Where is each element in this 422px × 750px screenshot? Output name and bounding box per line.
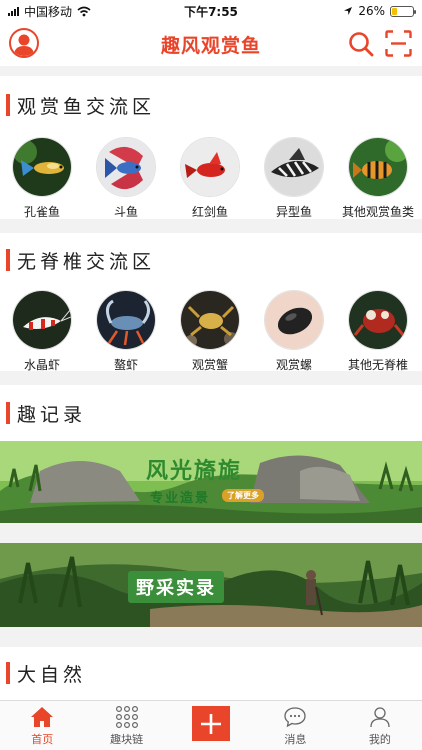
category-label: 孔雀鱼 bbox=[23, 205, 60, 219]
banner-field-collecting[interactable]: 野采实录 bbox=[0, 543, 422, 627]
category-other-invertebrates[interactable]: 其他无脊椎 bbox=[336, 290, 420, 373]
category-swordtail[interactable]: 红剑鱼 bbox=[168, 137, 252, 220]
status-right: 26% bbox=[343, 4, 416, 18]
add-button[interactable] bbox=[192, 706, 231, 741]
category-label: 其他观赏鱼类 bbox=[341, 205, 414, 219]
chat-bubble-icon bbox=[284, 707, 307, 728]
tab-label: 我的 bbox=[368, 733, 391, 746]
battery-percent: 26% bbox=[358, 4, 385, 18]
category-label: 斗鱼 bbox=[113, 205, 138, 219]
category-label: 红剑鱼 bbox=[191, 205, 228, 219]
home-icon bbox=[31, 707, 54, 727]
battery-fill bbox=[392, 7, 398, 15]
avatar-button[interactable] bbox=[9, 28, 39, 58]
tab-bar: 首页 趣块链 消息 我的 bbox=[0, 700, 422, 750]
category-snail[interactable]: 观赏螺 bbox=[252, 290, 336, 373]
signal-icon bbox=[8, 6, 19, 16]
banner-subcaption: 专业造景 bbox=[150, 491, 211, 506]
category-guppy[interactable]: 孔雀鱼 bbox=[0, 137, 84, 220]
category-pleco[interactable]: 异型鱼 bbox=[252, 137, 336, 220]
betta-thumbnail bbox=[96, 137, 156, 197]
category-betta[interactable]: 斗鱼 bbox=[84, 137, 168, 220]
tab-add[interactable] bbox=[169, 701, 253, 750]
person-icon bbox=[370, 707, 390, 728]
snail-thumbnail bbox=[264, 290, 324, 350]
banner-caption: 野采实录 bbox=[128, 571, 224, 603]
app-header: 趣风观赏鱼 bbox=[0, 22, 422, 66]
category-label: 异型鱼 bbox=[275, 205, 312, 219]
category-crayfish[interactable]: 螯虾 bbox=[84, 290, 168, 373]
scan-icon[interactable] bbox=[385, 30, 412, 57]
status-bar: 中国移动 下午7:55 26% bbox=[0, 0, 422, 22]
section-title-text: 无脊椎交流区 bbox=[17, 250, 156, 273]
banner-caption: 风光旖旎 bbox=[146, 459, 243, 484]
section-title-text: 趣记录 bbox=[17, 403, 87, 426]
section-title-nature: 大自然 bbox=[0, 659, 422, 687]
tab-blockchain[interactable]: 趣块链 bbox=[84, 701, 168, 750]
divider bbox=[0, 523, 422, 543]
wifi-icon bbox=[77, 6, 91, 16]
category-crystal-shrimp[interactable]: 水晶虾 bbox=[0, 290, 84, 373]
tab-label: 趣块链 bbox=[110, 733, 144, 746]
other-fish-thumbnail bbox=[348, 137, 408, 197]
section-title-text: 大自然 bbox=[17, 663, 87, 686]
crystal-shrimp-thumbnail bbox=[12, 290, 72, 350]
tab-profile[interactable]: 我的 bbox=[338, 701, 422, 750]
plus-icon bbox=[201, 713, 222, 734]
battery-icon bbox=[390, 5, 416, 17]
app-title: 趣风观赏鱼 bbox=[160, 34, 261, 57]
crab-thumbnail bbox=[180, 290, 240, 350]
divider bbox=[0, 66, 422, 76]
status-left: 中国移动 bbox=[8, 3, 91, 20]
crayfish-thumbnail bbox=[96, 290, 156, 350]
divider bbox=[0, 219, 422, 233]
carrier-label: 中国移动 bbox=[24, 4, 73, 19]
user-avatar-icon bbox=[14, 34, 34, 56]
other-invertebrates-thumbnail bbox=[348, 290, 408, 350]
tab-messages[interactable]: 消息 bbox=[253, 701, 337, 750]
category-other-fish[interactable]: 其他观赏鱼类 bbox=[336, 137, 420, 220]
location-arrow-icon bbox=[344, 7, 353, 15]
grid-dots-icon bbox=[115, 706, 138, 728]
tab-label: 首页 bbox=[31, 733, 54, 746]
banner-aquascape[interactable]: 风光旖旎 专业造景 了解更多 bbox=[0, 441, 422, 523]
swordtail-thumbnail bbox=[180, 137, 240, 197]
tab-home[interactable]: 首页 bbox=[0, 701, 84, 750]
section-title-records: 趣记录 bbox=[0, 399, 422, 427]
guppy-thumbnail bbox=[12, 137, 72, 197]
section-title-text: 观赏鱼交流区 bbox=[17, 95, 156, 118]
invertebrate-category-row: 水晶虾 螯虾 观赏蟹 观赏螺 其他无脊椎 bbox=[0, 290, 422, 373]
divider bbox=[0, 371, 422, 385]
pleco-thumbnail bbox=[264, 137, 324, 197]
divider bbox=[0, 627, 422, 647]
search-icon[interactable] bbox=[348, 31, 374, 57]
tab-label: 消息 bbox=[284, 733, 307, 746]
section-title-fish: 观赏鱼交流区 bbox=[0, 91, 422, 119]
fish-category-row: 孔雀鱼 斗鱼 红剑鱼 异型鱼 其他观赏鱼类 bbox=[0, 137, 422, 220]
category-crab[interactable]: 观赏蟹 bbox=[168, 290, 252, 373]
section-title-invertebrates: 无脊椎交流区 bbox=[0, 246, 422, 274]
learn-more-tag[interactable]: 了解更多 bbox=[222, 489, 264, 502]
